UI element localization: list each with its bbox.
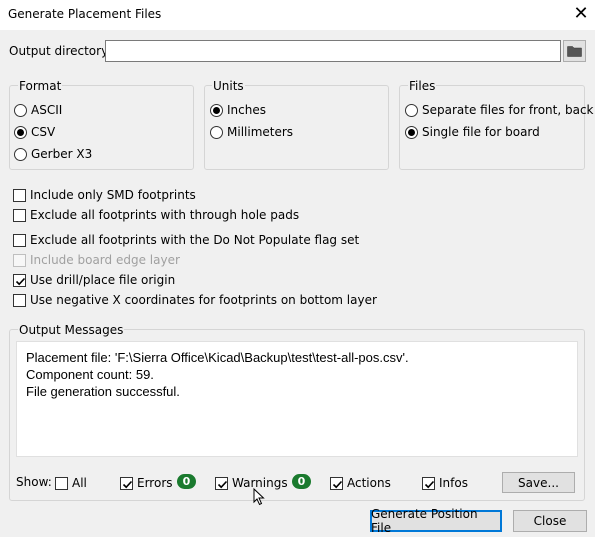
format-ascii-option[interactable]: ASCII — [14, 102, 62, 118]
radio-inches[interactable] — [210, 103, 223, 117]
checkmark-icon — [424, 480, 435, 488]
radio-separate-files[interactable] — [405, 103, 418, 117]
message-line: Component count: 59. — [26, 367, 154, 382]
files-single-label: Single file for board — [422, 125, 540, 139]
errors-count-badge: 0 — [177, 474, 196, 489]
option-drill-origin-label: Use drill/place file origin — [30, 273, 176, 287]
output-directory-label: Output directory: — [9, 44, 112, 58]
checkbox-all[interactable] — [55, 476, 68, 490]
checkmark-icon — [217, 480, 228, 488]
checkbox-board-edge — [13, 253, 26, 267]
units-mm-option[interactable]: Millimeters — [210, 124, 293, 140]
checkbox-errors[interactable] — [120, 476, 133, 490]
option-exclude-dnp[interactable]: Exclude all footprints with the Do Not P… — [13, 232, 359, 248]
option-negative-x-label: Use negative X coordinates for footprint… — [30, 293, 377, 307]
filter-errors-label: Errors — [137, 476, 173, 490]
output-messages-box[interactable]: Placement file: 'F:\Sierra Office\Kicad\… — [16, 341, 578, 457]
files-single-option[interactable]: Single file for board — [405, 124, 540, 140]
checkbox-drill-origin[interactable] — [13, 273, 26, 287]
format-group-title: Format — [18, 79, 63, 93]
filter-actions-label: Actions — [347, 476, 391, 490]
radio-gerber[interactable] — [14, 147, 27, 161]
files-separate-option[interactable]: Separate files for front, back — [405, 102, 594, 118]
radio-single-file[interactable] — [405, 125, 418, 139]
files-group-title: Files — [408, 79, 437, 93]
filter-all[interactable]: All — [55, 475, 87, 491]
window-title: Generate Placement Files — [8, 7, 162, 21]
output-directory-input[interactable] — [105, 40, 561, 62]
checkbox-infos[interactable] — [422, 476, 435, 490]
mouse-pointer-icon — [253, 488, 265, 506]
units-inches-label: Inches — [227, 103, 266, 117]
radio-csv[interactable] — [14, 125, 27, 139]
close-button[interactable]: Close — [513, 510, 587, 532]
filter-infos[interactable]: Infos — [422, 475, 468, 491]
option-smd-only[interactable]: Include only SMD footprints — [13, 187, 196, 203]
units-inches-option[interactable]: Inches — [210, 102, 266, 118]
checkmark-icon — [15, 277, 26, 285]
checkmark-icon — [332, 480, 343, 488]
files-separate-label: Separate files for front, back — [422, 103, 594, 117]
checkmark-icon — [122, 480, 133, 488]
checkbox-negative-x[interactable] — [13, 293, 26, 307]
radio-millimeters[interactable] — [210, 125, 223, 139]
format-ascii-label: ASCII — [31, 103, 63, 117]
option-drill-origin[interactable]: Use drill/place file origin — [13, 272, 175, 288]
radio-ascii[interactable] — [14, 103, 27, 117]
checkbox-exclude-dnp[interactable] — [13, 233, 26, 247]
folder-icon — [567, 46, 582, 57]
save-messages-button[interactable]: Save... — [502, 472, 575, 493]
message-line: File generation successful. — [26, 384, 180, 399]
close-window-icon[interactable]: ✕ — [572, 4, 590, 24]
checkbox-exclude-th[interactable] — [13, 208, 26, 222]
option-smd-only-label: Include only SMD footprints — [30, 188, 196, 202]
generate-position-file-button[interactable]: Generate Position File — [370, 507, 502, 535]
units-mm-label: Millimeters — [227, 125, 294, 139]
option-negative-x[interactable]: Use negative X coordinates for footprint… — [13, 292, 377, 308]
units-group-title: Units — [212, 79, 245, 93]
message-line: Placement file: 'F:\Sierra Office\Kicad\… — [26, 350, 409, 365]
option-board-edge: Include board edge layer — [13, 252, 180, 268]
format-gerber-label: Gerber X3 — [31, 147, 93, 161]
checkbox-warnings[interactable] — [215, 476, 228, 490]
format-csv-label: CSV — [31, 125, 56, 139]
option-exclude-th[interactable]: Exclude all footprints with through hole… — [13, 207, 299, 223]
filter-errors[interactable]: Errors — [120, 475, 173, 491]
browse-folder-button[interactable] — [563, 40, 586, 62]
filter-infos-label: Infos — [439, 476, 468, 490]
checkbox-actions[interactable] — [330, 476, 343, 490]
format-csv-option[interactable]: CSV — [14, 124, 55, 140]
option-exclude-th-label: Exclude all footprints with through hole… — [30, 208, 300, 222]
filter-actions[interactable]: Actions — [330, 475, 391, 491]
option-board-edge-label: Include board edge layer — [30, 253, 180, 267]
output-messages-title: Output Messages — [18, 323, 125, 337]
filter-all-label: All — [72, 476, 87, 490]
warnings-count-badge: 0 — [292, 474, 311, 489]
checkbox-smd-only[interactable] — [13, 188, 26, 202]
filter-warnings[interactable]: Warnings — [215, 475, 288, 491]
option-exclude-dnp-label: Exclude all footprints with the Do Not P… — [30, 233, 360, 247]
show-filter-label: Show: — [16, 475, 52, 489]
format-gerber-option[interactable]: Gerber X3 — [14, 146, 92, 162]
